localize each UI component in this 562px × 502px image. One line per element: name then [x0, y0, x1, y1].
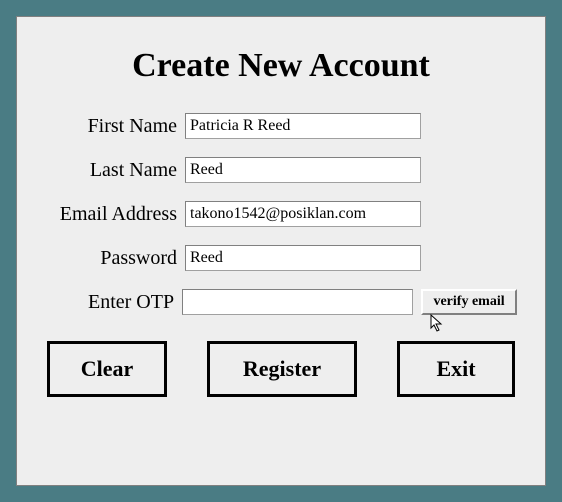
last-name-input[interactable] — [185, 157, 421, 183]
last-name-row: Last Name — [45, 157, 517, 183]
first-name-input[interactable] — [185, 113, 421, 139]
email-input[interactable] — [185, 201, 421, 227]
create-account-window: Create New Account First Name Last Name … — [16, 16, 546, 486]
email-row: Email Address — [45, 201, 517, 227]
clear-button[interactable]: Clear — [47, 341, 167, 397]
otp-label: Enter OTP — [45, 291, 182, 314]
otp-row: Enter OTP verify email — [45, 289, 517, 315]
email-label: Email Address — [45, 203, 185, 226]
password-row: Password — [45, 245, 517, 271]
last-name-label: Last Name — [45, 159, 185, 182]
button-row: Clear Register Exit — [45, 341, 517, 397]
first-name-row: First Name — [45, 113, 517, 139]
exit-button[interactable]: Exit — [397, 341, 515, 397]
first-name-label: First Name — [45, 115, 185, 138]
password-label: Password — [45, 247, 185, 270]
password-input[interactable] — [185, 245, 421, 271]
otp-input[interactable] — [182, 289, 413, 315]
page-title: Create New Account — [45, 47, 517, 85]
verify-email-button[interactable]: verify email — [421, 289, 517, 315]
register-button[interactable]: Register — [207, 341, 357, 397]
